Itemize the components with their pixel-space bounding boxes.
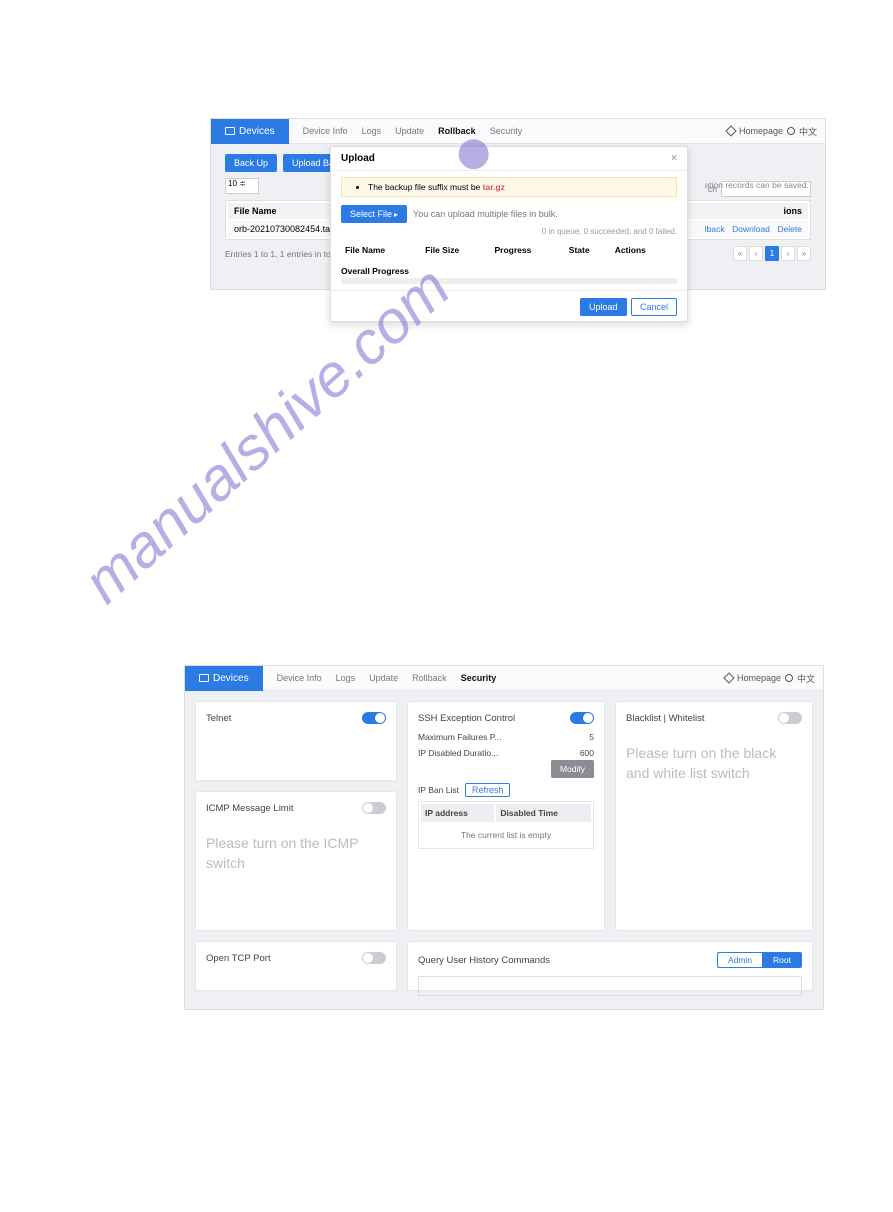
bw-toggle[interactable] <box>778 712 802 724</box>
lang-link[interactable]: 中文 <box>799 125 817 138</box>
pagesize-select[interactable]: 10 ≑ <box>225 178 259 194</box>
bw-title: Blacklist | Whitelist <box>626 713 704 724</box>
main-nav: Device Info Logs Update Rollback Securit… <box>263 673 511 683</box>
ucol-progress: Progress <box>492 242 564 258</box>
banlist-label: IP Ban List <box>418 785 459 795</box>
home-icon <box>723 672 734 683</box>
empty-row: The current list is empty <box>421 824 591 846</box>
bw-card: Blacklist | Whitelist Please turn on the… <box>615 701 813 931</box>
bulk-hint: You can upload multiple files in bulk. <box>413 209 558 219</box>
icmp-title: ICMP Message Limit <box>206 803 293 814</box>
modal-title: Upload <box>341 153 375 164</box>
alert-suffix: tar.gz <box>483 182 505 192</box>
homepage-link[interactable]: Homepage <box>737 673 781 683</box>
rollback-link[interactable]: lback <box>705 224 725 234</box>
ucol-size: File Size <box>423 242 490 258</box>
ssh-toggle[interactable] <box>570 712 594 724</box>
topbar-right: Homepage 中文 <box>727 125 825 138</box>
telnet-title: Telnet <box>206 713 231 724</box>
icmp-toggle[interactable] <box>362 802 386 814</box>
user-tabs: Admin Root <box>717 952 802 968</box>
topbar-right: Homepage 中文 <box>725 672 823 685</box>
telnet-toggle[interactable] <box>362 712 386 724</box>
alert-box: The backup file suffix must be tar.gz <box>341 177 677 197</box>
nav-deviceinfo[interactable]: Device Info <box>277 673 322 683</box>
main-nav: Device Info Logs Update Rollback Securit… <box>289 126 537 136</box>
page-first[interactable]: « <box>733 246 747 261</box>
bw-placeholder: Please turn on the black and white list … <box>626 744 802 783</box>
overall-progressbar <box>341 278 677 284</box>
backup-button[interactable]: Back Up <box>225 154 277 172</box>
devices-button[interactable]: Devices <box>211 119 289 144</box>
nav-update[interactable]: Update <box>369 673 398 683</box>
ssh-card: SSH Exception Control Maximum Failures P… <box>407 701 605 931</box>
tcp-title: Open TCP Port <box>206 953 271 964</box>
refresh-button[interactable]: Refresh <box>465 783 511 797</box>
command-output <box>418 976 802 996</box>
homepage-link[interactable]: Homepage <box>739 126 783 136</box>
download-link[interactable]: Download <box>732 224 770 234</box>
devices-icon <box>199 674 209 682</box>
security-body: Telnet SSH Exception Control Maximum Fai… <box>185 691 823 1001</box>
alert-prefix: The backup file suffix must be <box>368 182 483 192</box>
icmp-card: ICMP Message Limit Please turn on the IC… <box>195 791 397 931</box>
nav-security[interactable]: Security <box>461 673 497 683</box>
cancel-button[interactable]: Cancel <box>631 298 677 316</box>
overall-label: Overall Progress <box>341 266 677 276</box>
tab-admin[interactable]: Admin <box>717 952 762 968</box>
tab-root[interactable]: Root <box>762 952 802 968</box>
col-ip: IP address <box>421 804 494 822</box>
page-last[interactable]: » <box>797 246 811 261</box>
entries-text: Entries 1 to 1, 1 entries in to <box>225 249 331 259</box>
devices-icon <box>225 127 235 135</box>
close-icon[interactable]: × <box>671 153 677 164</box>
upload-button[interactable]: Upload <box>580 298 627 316</box>
dur-value: 600 <box>580 748 594 758</box>
query-card: Query User History Commands Admin Root <box>407 941 813 991</box>
nav-logs[interactable]: Logs <box>362 126 382 136</box>
globe-icon <box>785 674 793 682</box>
banlist-table: IP address Disabled Time The current lis… <box>418 801 594 849</box>
ucol-state: State <box>567 242 611 258</box>
nav-security[interactable]: Security <box>490 126 523 136</box>
page-next[interactable]: › <box>781 246 795 261</box>
page-1[interactable]: 1 <box>765 246 779 261</box>
max-fail-value: 5 <box>589 732 594 742</box>
nav-rollback[interactable]: Rollback <box>412 673 447 683</box>
select-file-button[interactable]: Select File <box>341 205 407 223</box>
devices-label: Devices <box>213 666 249 691</box>
topbar: Devices Device Info Logs Update Rollback… <box>185 666 823 691</box>
nav-deviceinfo[interactable]: Device Info <box>303 126 348 136</box>
ucol-actions: Actions <box>613 242 675 258</box>
upload-status: 0 in queue, 0 succeeded, and 0 failed. <box>341 227 677 236</box>
dur-label: IP Disabled Duratio... <box>418 748 498 758</box>
topbar: Devices Device Info Logs Update Rollback… <box>211 119 825 144</box>
nav-update[interactable]: Update <box>395 126 424 136</box>
page-prev[interactable]: ‹ <box>749 246 763 261</box>
delete-link[interactable]: Delete <box>777 224 802 234</box>
records-note: ation records can be saved. <box>705 180 809 190</box>
ssh-title: SSH Exception Control <box>418 713 515 724</box>
devices-label: Devices <box>239 119 275 144</box>
ucol-name: File Name <box>343 242 421 258</box>
lang-link[interactable]: 中文 <box>797 672 815 685</box>
telnet-card: Telnet <box>195 701 397 781</box>
query-title: Query User History Commands <box>418 955 550 966</box>
screenshot-security: Devices Device Info Logs Update Rollback… <box>184 665 824 1010</box>
modify-button[interactable]: Modify <box>551 760 594 778</box>
upload-table: File Name File Size Progress State Actio… <box>341 240 677 260</box>
upload-modal: Upload × The backup file suffix must be … <box>330 146 688 322</box>
tcp-toggle[interactable] <box>362 952 386 964</box>
devices-button[interactable]: Devices <box>185 666 263 691</box>
globe-icon <box>787 127 795 135</box>
col-disabled-time: Disabled Time <box>496 804 591 822</box>
nav-logs[interactable]: Logs <box>336 673 356 683</box>
screenshot-rollback: Devices Device Info Logs Update Rollback… <box>210 118 826 290</box>
home-icon <box>725 125 736 136</box>
tcp-card: Open TCP Port <box>195 941 397 991</box>
nav-rollback[interactable]: Rollback <box>438 126 476 136</box>
pager: « ‹ 1 › » <box>733 246 811 261</box>
max-fail-label: Maximum Failures P... <box>418 732 501 742</box>
icmp-placeholder: Please turn on the ICMP switch <box>206 834 386 873</box>
